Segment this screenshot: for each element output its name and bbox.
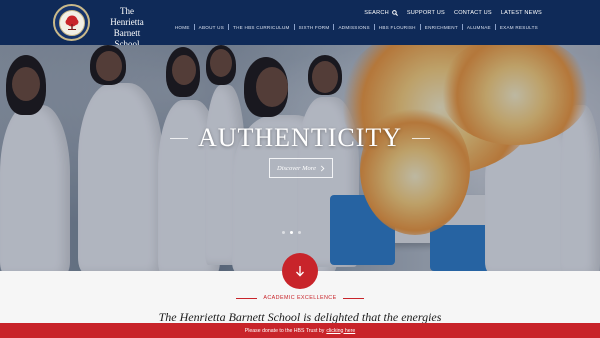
- top-nav-contact-us[interactable]: CONTACT US: [454, 10, 492, 16]
- slider-dot[interactable]: [282, 231, 285, 234]
- nav-enrichment[interactable]: ENRICHMENT: [421, 25, 462, 30]
- hero-title-block: AUTHENTICITY: [170, 123, 431, 153]
- top-navigation: SEARCH SUPPORT US CONTACT US LATEST NEWS: [364, 10, 542, 16]
- nav-sixth-form[interactable]: SIXTH FORM: [295, 25, 334, 30]
- hero-title: AUTHENTICITY: [197, 123, 403, 152]
- nav-exam-results[interactable]: EXAM RESULTS: [496, 25, 542, 30]
- search-icon: [391, 10, 398, 16]
- chevron-right-icon: [320, 165, 325, 171]
- donate-link[interactable]: clicking here: [326, 328, 355, 334]
- main-navigation: HOME ABOUT US THE HBS CURRICULUM SIXTH F…: [171, 24, 542, 30]
- nav-admissions[interactable]: ADMISSIONS: [334, 25, 373, 30]
- nav-alumnae[interactable]: ALUMNAE: [463, 25, 495, 30]
- scroll-down-button[interactable]: [282, 253, 318, 289]
- donate-text: Please donate to the HBS Trust by: [244, 327, 325, 334]
- nav-hbs-curriculum[interactable]: THE HBS CURRICULUM: [229, 25, 294, 30]
- hero-slider: AUTHENTICITY Discover More: [0, 45, 600, 271]
- discover-more-button[interactable]: Discover More: [269, 158, 333, 178]
- slider-dot[interactable]: [298, 231, 301, 234]
- donate-banner: Please donate to the HBS Trust by clicki…: [0, 323, 600, 338]
- kicker-text: ACADEMIC EXCELLENCE: [263, 295, 337, 301]
- slider-pagination: [282, 231, 301, 234]
- nav-home[interactable]: HOME: [171, 25, 194, 30]
- tree-crest-icon: [58, 9, 85, 36]
- hero-title-rule: [412, 137, 431, 139]
- nav-hbs-flourish[interactable]: HBS FLOURISH: [375, 25, 420, 30]
- kicker-rule: [236, 297, 258, 299]
- kicker-rule: [342, 297, 364, 299]
- section-kicker: ACADEMIC EXCELLENCE: [236, 295, 364, 301]
- nav-about-us[interactable]: ABOUT US: [195, 25, 228, 30]
- search-link[interactable]: SEARCH: [364, 10, 398, 16]
- top-nav-latest-news[interactable]: LATEST NEWS: [501, 10, 542, 16]
- hero-title-rule: [170, 137, 188, 139]
- top-nav-support-us[interactable]: SUPPORT US: [407, 10, 445, 16]
- arrow-down-icon: [296, 266, 304, 277]
- school-name[interactable]: The Henrietta Barnett School: [96, 6, 158, 50]
- slider-dot[interactable]: [290, 231, 293, 234]
- site-header: The Henrietta Barnett School SEARCH SUPP…: [0, 0, 600, 49]
- school-crest-logo[interactable]: [53, 4, 90, 41]
